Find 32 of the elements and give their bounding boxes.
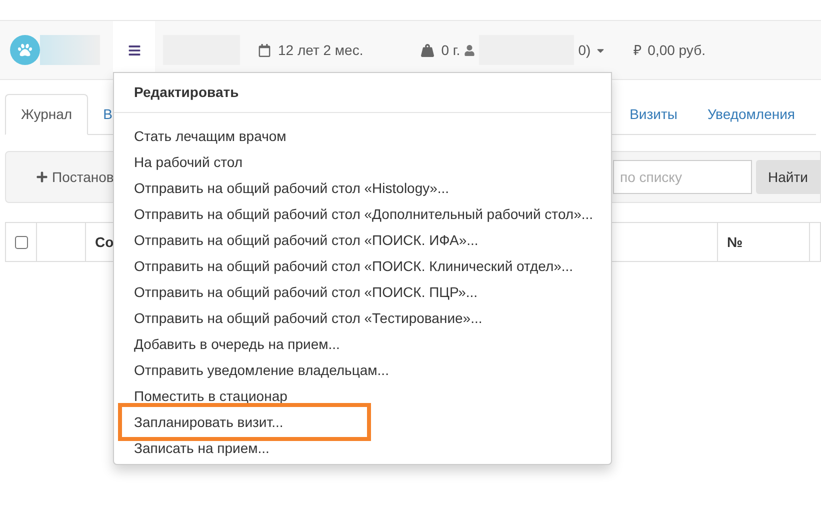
menu-title[interactable]: Редактировать xyxy=(134,82,239,103)
menu-icon xyxy=(128,44,140,56)
currency-icon: ₽ xyxy=(634,40,642,60)
plus-icon xyxy=(36,171,48,183)
balance-text: 0,00 руб. xyxy=(648,40,706,60)
weight-icon xyxy=(421,44,434,56)
column-header: Со xyxy=(95,232,114,252)
tab[interactable]: Визиты xyxy=(614,94,692,135)
menu-item[interactable]: На рабочий стол xyxy=(114,149,263,175)
select-all-checkbox[interactable] xyxy=(14,236,28,248)
weight-text: 0 г. xyxy=(441,40,460,60)
calendar-icon xyxy=(258,44,271,56)
menu-item[interactable]: Отправить на общий рабочий стол «Histology»... xyxy=(114,175,470,201)
add-button[interactable]: Постанов xyxy=(36,166,114,188)
column-header: № xyxy=(727,232,743,252)
tab[interactable]: Уведомления xyxy=(692,94,810,135)
search-field[interactable]: по списку xyxy=(613,160,752,194)
menu-item[interactable]: Запланировать визит... xyxy=(118,403,371,441)
find-button[interactable]: Найти xyxy=(756,160,820,194)
redacted-block xyxy=(40,35,100,65)
menu-item[interactable]: Добавить в очередь на прием... xyxy=(114,331,360,357)
menu-item[interactable]: Отправить на общий рабочий стол «Тестирование»... xyxy=(114,305,502,331)
menu-item[interactable]: Отправить на общий рабочий стол «ПОИСК. ИФА»... xyxy=(114,227,498,253)
menu-item[interactable]: Отправить на общий рабочий стол «ПОИСК. ПЦР»... xyxy=(114,279,498,305)
age-text: 12 лет 2 мес. xyxy=(278,40,364,60)
menu-item[interactable]: Отправить уведомление владельцам... xyxy=(114,357,409,383)
menu-item[interactable]: Отправить на общий рабочий стол «ПОИСК. Клинический отдел»... xyxy=(114,253,594,279)
person-icon xyxy=(464,44,476,56)
logo-icon xyxy=(10,35,40,65)
menu-item[interactable]: Отправить на общий рабочий стол «Дополнительный рабочий стол»... xyxy=(114,201,614,227)
tab[interactable]: Журнал xyxy=(5,94,88,135)
owner-text: 0) xyxy=(578,40,591,60)
